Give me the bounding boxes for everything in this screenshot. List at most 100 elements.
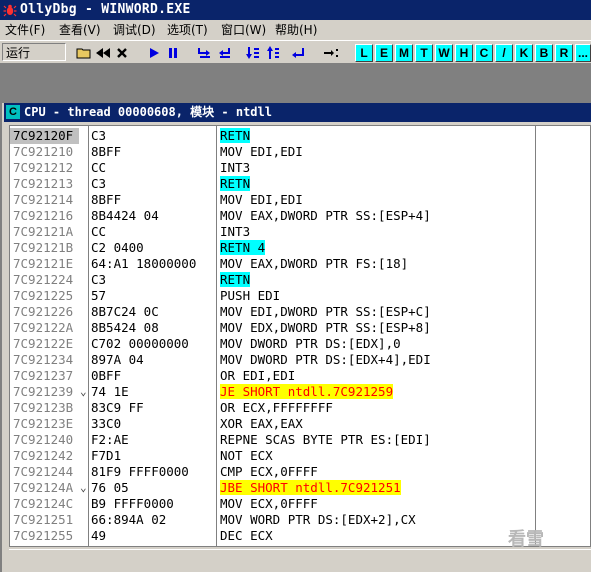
- menu-window[interactable]: 窗口(W): [221, 20, 266, 40]
- execute-till-return-button[interactable]: [290, 44, 308, 62]
- address-cell: 7C92124C: [13, 496, 74, 511]
- breakpoints-button[interactable]: B: [535, 44, 553, 62]
- menu-options[interactable]: 选项(T): [167, 20, 208, 40]
- go-to-address-icon: [324, 49, 338, 57]
- instruction-text: CMP ECX,0FFFF: [220, 464, 318, 479]
- disassembly-row[interactable]: 7C92124C B9 FFFF0000 MOV ECX,0FFFF: [10, 496, 590, 512]
- disassembly-cell: RETN: [220, 176, 251, 192]
- disassembly-row[interactable]: 7C92123B 83C9 FF OR ECX,FFFFFFFF: [10, 400, 590, 416]
- pause-button[interactable]: [164, 44, 182, 62]
- threads-button[interactable]: T: [415, 44, 433, 62]
- disassembly-cell: RETN 4: [220, 240, 266, 256]
- references-button[interactable]: R: [555, 44, 573, 62]
- close-icon: [117, 48, 127, 58]
- run-button[interactable]: [145, 44, 163, 62]
- disassembly-row[interactable]: 7C921242 F7D1 NOT ECX: [10, 448, 590, 464]
- menu-file[interactable]: 文件(F): [5, 20, 45, 40]
- windows-button[interactable]: W: [435, 44, 453, 62]
- disassembly-row[interactable]: 7C921216 8B4424 04 MOV EAX,DWORD PTR SS:[E…: [10, 208, 590, 224]
- run-trace-button[interactable]: ...: [575, 44, 591, 62]
- cpu-window-title: CPU - thread 00000608, 模块 - ntdll: [24, 105, 272, 119]
- disassembly-row[interactable]: 7C92122A 8B5424 08 MOV EDX,DWORD PTR SS:[E…: [10, 320, 590, 336]
- disassembly-row[interactable]: 7C921239 ⌄ 74 1E JE SHORT ntdll.7C921259: [10, 384, 590, 400]
- call-stack-button[interactable]: K: [515, 44, 533, 62]
- disassembly-row[interactable]: 7C921251 66:894A 02 MOV WORD PTR DS:[EDX+2…: [10, 512, 590, 528]
- disassembly-row[interactable]: 7C921255 49 DEC ECX: [10, 528, 590, 544]
- instruction-text: MOV EAX,DWORD PTR FS:[18]: [220, 256, 409, 271]
- menu-view[interactable]: 查看(V): [59, 20, 101, 40]
- disassembly-pane[interactable]: 7C92120F C3 RETN 7C921210 8BFF MOV EDI,EDI 7C9…: [9, 125, 591, 547]
- address-cell: 7C92121A: [13, 224, 74, 239]
- close-button[interactable]: [113, 44, 131, 62]
- instruction-text: NOT ECX: [220, 448, 273, 463]
- address-cell: 7C921225: [13, 288, 74, 303]
- disassembly-row[interactable]: 7C92120F C3 RETN: [10, 128, 590, 144]
- menu-debug[interactable]: 调试(D): [113, 20, 156, 40]
- disassembly-row[interactable]: 7C921237 0BFF OR EDI,EDI: [10, 368, 590, 384]
- address-cell: 7C921216: [13, 208, 74, 223]
- disassembly-row[interactable]: 7C92121A CC INT3: [10, 224, 590, 240]
- trace-over-button[interactable]: [264, 44, 282, 62]
- address-cell: 7C921239: [13, 384, 74, 399]
- disassembly-row[interactable]: 7C92122E C702 00000000 MOV DWORD PTR DS:[E…: [10, 336, 590, 352]
- open-button[interactable]: [75, 44, 93, 62]
- disassembly-row[interactable]: 7C921212 CC INT3: [10, 160, 590, 176]
- hex-dump-cell: 64:A1 18000000: [91, 256, 197, 271]
- cpu-icon: C: [6, 105, 20, 119]
- step-into-button[interactable]: [196, 44, 214, 62]
- hex-dump-cell: F7D1: [91, 448, 122, 463]
- instruction-text: REPNE SCAS BYTE PTR ES:[EDI]: [220, 432, 431, 447]
- disassembly-cell: RETN: [220, 272, 251, 288]
- disassembly-row[interactable]: 7C921224 C3 RETN: [10, 272, 590, 288]
- disassembly-row[interactable]: 7C92123E 33C0 XOR EAX,EAX: [10, 416, 590, 432]
- disassembly-row[interactable]: 7C921240 F2:AE REPNE SCAS BYTE PTR ES:[EDI…: [10, 432, 590, 448]
- patches-button[interactable]: /: [495, 44, 513, 62]
- instruction-text: PUSH EDI: [220, 288, 281, 303]
- disassembly-row[interactable]: 7C92124A ⌄ 76 05 JBE SHORT ntdll.7C921251: [10, 480, 590, 496]
- disassembly-cell: OR EDI,EDI: [220, 368, 295, 384]
- restart-icon: [96, 48, 110, 58]
- app-title-bar[interactable]: OllyDbg - WINWORD.EXE: [0, 0, 591, 20]
- bug-icon: [3, 4, 17, 17]
- hex-dump-cell: 8B7C24 0C: [91, 304, 159, 319]
- disassembly-cell: MOV EAX,DWORD PTR FS:[18]: [220, 256, 408, 272]
- address-cell: 7C92124A: [13, 480, 74, 495]
- disassembly-row[interactable]: 7C921214 8BFF MOV EDI,EDI: [10, 192, 590, 208]
- trace-into-button[interactable]: [244, 44, 262, 62]
- log-window-button[interactable]: L: [355, 44, 373, 62]
- memory-map-button[interactable]: M: [395, 44, 413, 62]
- instruction-text: INT3: [220, 224, 251, 239]
- disassembly-row[interactable]: 7C921210 8BFF MOV EDI,EDI: [10, 144, 590, 160]
- disassembly-row[interactable]: 7C92121B C2 0400 RETN 4: [10, 240, 590, 256]
- disassembly-row[interactable]: 7C921213 C3 RETN: [10, 176, 590, 192]
- cpu-window-title-bar[interactable]: C CPU - thread 00000608, 模块 - ntdll: [4, 103, 591, 122]
- cpu-button[interactable]: C: [475, 44, 493, 62]
- disassembly-cell: JBE SHORT ntdll.7C921251: [220, 480, 401, 496]
- disassembly-cell: REPNE SCAS BYTE PTR ES:[EDI]: [220, 432, 431, 448]
- hex-dump-cell: 897A 04: [91, 352, 144, 367]
- hex-dump-cell: CC: [91, 224, 107, 239]
- executable-modules-button[interactable]: E: [375, 44, 393, 62]
- handles-button[interactable]: H: [455, 44, 473, 62]
- go-to-address-button[interactable]: [322, 44, 340, 62]
- disassembly-cell: MOV EDI,EDI: [220, 192, 303, 208]
- disassembly-row[interactable]: 7C921244 81F9 FFFF0000 CMP ECX,0FFFF: [10, 464, 590, 480]
- disassembly-row[interactable]: 7C921225 57 PUSH EDI: [10, 288, 590, 304]
- disassembly-row[interactable]: 7C921226 8B7C24 0C MOV EDI,DWORD PTR SS:[E…: [10, 304, 590, 320]
- step-into-icon: [198, 48, 210, 58]
- hex-dump-cell: CC: [91, 160, 107, 175]
- execute-till-return-icon: [292, 48, 304, 58]
- address-cell: 7C921251: [13, 512, 74, 527]
- address-cell: 7C921213: [13, 176, 74, 191]
- hex-dump-cell: C3: [91, 128, 107, 143]
- address-cell: 7C92121B: [13, 240, 74, 255]
- info-pane: [9, 549, 591, 570]
- disassembly-row[interactable]: 7C921234 897A 04 MOV DWORD PTR DS:[EDX+4],…: [10, 352, 590, 368]
- disassembly-cell: JE SHORT ntdll.7C921259: [220, 384, 394, 400]
- step-over-button[interactable]: [216, 44, 234, 62]
- menu-help[interactable]: 帮助(H): [275, 20, 317, 40]
- restart-button[interactable]: [94, 44, 112, 62]
- disassembly-row[interactable]: 7C92121E 64:A1 18000000 MOV EAX,DWORD PTR …: [10, 256, 590, 272]
- hex-dump-cell: 83C9 FF: [91, 400, 144, 415]
- trace-over-icon: [267, 46, 279, 59]
